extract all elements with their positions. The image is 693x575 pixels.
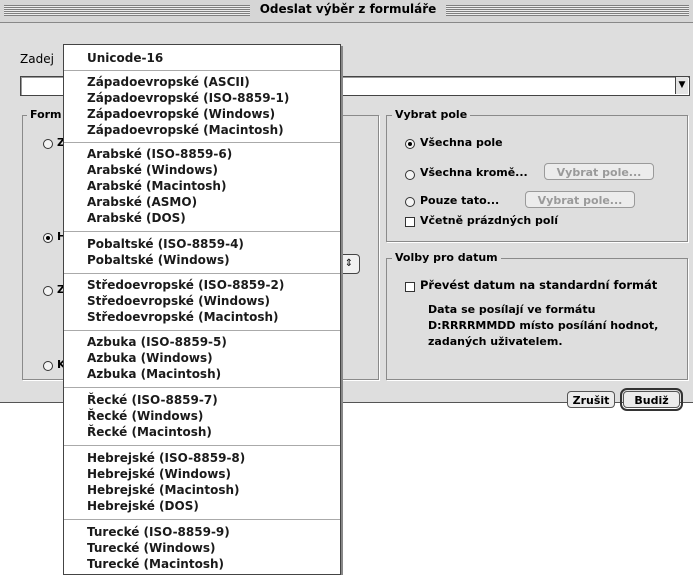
menu-item[interactable]: Turecké (ISO-8859-9): [87, 525, 230, 539]
menu-item[interactable]: Unicode-16: [87, 51, 163, 65]
menu-item[interactable]: Azbuka (Macintosh): [87, 367, 221, 381]
prompt-label: Zadej: [20, 52, 54, 66]
format-radio-3[interactable]: [43, 286, 53, 296]
select-fields-button-except[interactable]: Vybrat pole...: [544, 163, 654, 180]
date-options-title: Volby pro datum: [392, 251, 501, 264]
cancel-button[interactable]: Zrušit: [567, 391, 615, 408]
menu-item[interactable]: Hebrejské (Windows): [87, 467, 231, 481]
all-fields-label: Všechna pole: [420, 136, 503, 149]
encoding-popup-arrows-icon[interactable]: ⇕: [338, 254, 360, 274]
date-description-line-1: Data se posílají ve formátu: [428, 303, 596, 316]
menu-item[interactable]: Arabské (Windows): [87, 163, 218, 177]
menu-item[interactable]: Arabské (DOS): [87, 211, 186, 225]
menu-separator: [64, 519, 340, 520]
title-bar-stripes-left: [4, 5, 250, 16]
menu-item[interactable]: Azbuka (ISO-8859-5): [87, 335, 227, 349]
ok-button[interactable]: Budiž: [620, 388, 683, 411]
format-group-label: Form: [27, 108, 65, 121]
all-except-label: Všechna kromě...: [420, 166, 528, 179]
field-selection-title: Vybrat pole: [392, 108, 471, 121]
menu-item[interactable]: Turecké (Windows): [87, 541, 215, 555]
window-title: Odeslat výběr z formuláře: [250, 2, 446, 16]
menu-separator: [64, 231, 340, 232]
menu-item[interactable]: Západoevropské (Windows): [87, 107, 275, 121]
menu-item[interactable]: Západoevropské (ASCII): [87, 75, 250, 89]
format-radio-1[interactable]: [43, 139, 53, 149]
menu-separator: [64, 387, 340, 388]
convert-date-label: Převést datum na standardní formát: [420, 278, 658, 292]
only-these-radio[interactable]: [405, 197, 415, 207]
menu-item[interactable]: Západoevropské (Macintosh): [87, 123, 284, 137]
format-radio-4[interactable]: [43, 361, 53, 371]
menu-item[interactable]: Azbuka (Windows): [87, 351, 213, 365]
menu-item[interactable]: Řecké (Macintosh): [87, 425, 212, 439]
title-bar-stripes-right: [446, 5, 689, 16]
chevron-down-icon[interactable]: ▼: [675, 77, 688, 94]
menu-item[interactable]: Západoevropské (ISO-8859-1): [87, 91, 289, 105]
menu-item[interactable]: Středoevropské (Windows): [87, 294, 270, 308]
menu-item[interactable]: Řecké (Windows): [87, 409, 203, 423]
menu-item[interactable]: Středoevropské (Macintosh): [87, 310, 279, 324]
menu-item[interactable]: Turecké (Macintosh): [87, 557, 224, 571]
menu-item[interactable]: Pobaltské (ISO-8859-4): [87, 237, 244, 251]
menu-item[interactable]: Arabské (ASMO): [87, 195, 197, 209]
all-except-radio[interactable]: [405, 170, 415, 180]
only-these-label: Pouze tato...: [420, 194, 500, 207]
include-empty-checkbox[interactable]: [405, 217, 415, 227]
date-description-line-3: zadaných uživatelem.: [428, 335, 563, 348]
date-description-line-2: D:RRRRMMDD místo posílání hodnot,: [428, 319, 659, 332]
menu-separator: [64, 142, 340, 143]
menu-item[interactable]: Arabské (ISO-8859-6): [87, 147, 232, 161]
all-fields-radio[interactable]: [405, 139, 415, 149]
menu-separator: [64, 330, 340, 331]
menu-separator: [64, 70, 340, 71]
menu-item[interactable]: Středoevropské (ISO-8859-2): [87, 278, 284, 292]
menu-item[interactable]: Řecké (ISO-8859-7): [87, 393, 218, 407]
encoding-dropdown-menu[interactable]: Unicode-16 Západoevropské (ASCII) Západo…: [63, 44, 341, 575]
menu-item[interactable]: Hebrejské (Macintosh): [87, 483, 240, 497]
include-empty-label: Včetně prázdných polí: [420, 214, 559, 227]
menu-item[interactable]: Pobaltské (Windows): [87, 253, 230, 267]
format-radio-2[interactable]: [43, 233, 53, 243]
menu-item[interactable]: Hebrejské (ISO-8859-8): [87, 451, 245, 465]
title-bar[interactable]: Odeslat výběr z formuláře: [0, 0, 693, 23]
menu-item[interactable]: Hebrejské (DOS): [87, 499, 199, 513]
convert-date-checkbox[interactable]: [405, 282, 415, 292]
menu-separator: [64, 445, 340, 446]
menu-separator: [64, 273, 340, 274]
select-fields-button-only[interactable]: Vybrat pole...: [525, 191, 635, 208]
menu-item[interactable]: Arabské (Macintosh): [87, 179, 226, 193]
